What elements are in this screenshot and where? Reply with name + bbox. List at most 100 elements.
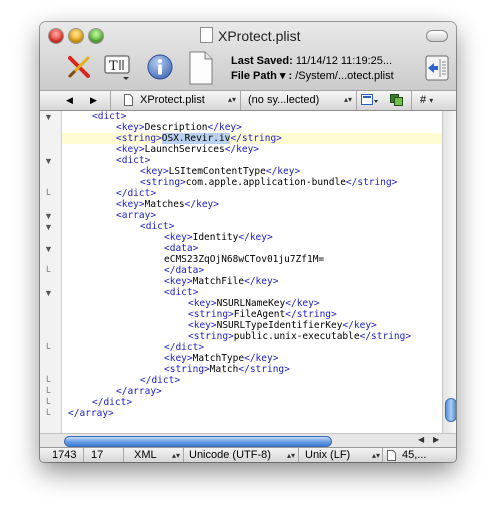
fold-end-marker-icon[interactable]: └ bbox=[44, 189, 50, 199]
code-line[interactable]: </dict> bbox=[92, 397, 132, 408]
code-line[interactable]: <dict> bbox=[92, 111, 126, 122]
code-line[interactable]: <key>Identity</key> bbox=[164, 232, 273, 243]
vertical-scroll-thumb[interactable] bbox=[445, 398, 456, 422]
fold-end-marker-icon[interactable]: └ bbox=[44, 266, 50, 276]
code-line[interactable]: </dict> bbox=[116, 188, 156, 199]
disclosure-triangle-icon[interactable]: ▼ bbox=[44, 244, 53, 254]
line-number-popup[interactable]: # ▾ bbox=[420, 94, 433, 106]
disclosure-triangle-icon[interactable]: ▼ bbox=[44, 211, 53, 221]
code-line[interactable]: <key>NSURLNameKey</key> bbox=[188, 298, 320, 309]
horizontal-scroll-thumb[interactable] bbox=[64, 436, 332, 447]
code-line[interactable]: <key>MatchFile</key> bbox=[164, 276, 278, 287]
code-line[interactable]: <key>Matches</key> bbox=[116, 199, 219, 210]
disclosure-triangle-icon[interactable]: ▼ bbox=[44, 112, 53, 122]
line-number-popup-label: # bbox=[420, 94, 427, 106]
file-path-row[interactable]: File Path ▾ : /System/...otect.plist bbox=[231, 69, 394, 82]
code-line[interactable]: <string>com.apple.application-bundle</st… bbox=[140, 177, 397, 188]
toolbar-toggle-button[interactable] bbox=[426, 30, 448, 42]
last-saved-label: Last Saved: bbox=[231, 55, 293, 67]
sidebar-toggle-icon[interactable] bbox=[425, 55, 449, 86]
scroll-left-icon[interactable]: ◀ bbox=[418, 435, 424, 444]
svg-text:T: T bbox=[109, 59, 118, 74]
fold-gutter: ▼ ▼ └ ▼ ▼ ▼ └ ▼ └ └ └ └ └ bbox=[40, 111, 62, 433]
status-separator bbox=[298, 448, 299, 462]
back-button[interactable]: ◀ bbox=[66, 95, 73, 106]
close-window-button[interactable] bbox=[49, 29, 63, 43]
fold-end-marker-icon[interactable]: └ bbox=[44, 398, 50, 408]
code-text[interactable]: <dict> <key>Description</key> <string>OSX.… bbox=[62, 111, 442, 433]
code-line[interactable]: </array> bbox=[116, 386, 162, 397]
line-endings-popup-arrows-icon[interactable]: ▴▾ bbox=[372, 451, 380, 460]
symbol-popup-arrows-icon[interactable]: ▴▾ bbox=[344, 95, 352, 104]
code-editor[interactable]: ▼ ▼ └ ▼ ▼ ▼ └ ▼ └ └ └ └ └ <dict> <key>Description</ke… bbox=[40, 111, 456, 433]
code-line[interactable]: </dict> bbox=[164, 342, 204, 353]
fold-end-marker-icon[interactable]: └ bbox=[44, 376, 50, 386]
code-line[interactable]: <dict> bbox=[164, 287, 198, 298]
status-separator bbox=[183, 448, 184, 462]
file-doc-icon bbox=[124, 94, 133, 109]
code-line[interactable]: <dict> bbox=[140, 221, 174, 232]
disclosure-triangle-icon[interactable]: ▼ bbox=[44, 222, 53, 232]
symbol-popup-label: (no sy...lected) bbox=[248, 94, 320, 106]
code-line[interactable]: <dict> bbox=[116, 155, 150, 166]
status-bar: 1743 17 XML ▴▾ Unicode (UTF-8) ▴▾ Unix (… bbox=[40, 447, 456, 462]
status-separator bbox=[123, 448, 124, 462]
code-line[interactable]: </dict> bbox=[140, 375, 180, 386]
minimize-window-button[interactable] bbox=[69, 29, 83, 43]
fold-end-marker-icon[interactable]: └ bbox=[44, 343, 50, 353]
code-line[interactable]: <key>Description</key> bbox=[116, 122, 242, 133]
code-line[interactable]: <string>public.unix-executable</string> bbox=[188, 331, 411, 342]
code-line[interactable]: </array> bbox=[68, 408, 114, 419]
file-popup[interactable]: XProtect.plist bbox=[140, 94, 205, 106]
code-line[interactable]: <string>OSX.Revir.iv</string> bbox=[116, 133, 282, 144]
fold-end-marker-icon[interactable]: └ bbox=[44, 409, 50, 419]
vertical-scrollbar[interactable] bbox=[442, 111, 456, 433]
nav-separator bbox=[411, 91, 412, 110]
encoding-popup[interactable]: Unicode (UTF-8) bbox=[189, 449, 271, 461]
file-path-label[interactable]: File Path ▾ : bbox=[231, 70, 292, 82]
status-separator bbox=[83, 448, 84, 462]
file-size: 45,... bbox=[402, 449, 427, 461]
code-line[interactable]: <key>NSURLTypeIdentifierKey</key> bbox=[188, 320, 377, 331]
symbol-popup[interactable]: (no sy...lected) bbox=[248, 94, 319, 106]
code-line[interactable]: <data> bbox=[164, 243, 198, 254]
document-icon[interactable] bbox=[188, 51, 214, 90]
code-line[interactable]: eCMS23ZqOjN68wCTov01ju7Zf1M= bbox=[164, 254, 324, 265]
code-line[interactable]: <string>FileAgent</string> bbox=[188, 309, 337, 320]
horizontal-scrollbar[interactable]: ◀ ▶ bbox=[40, 433, 456, 448]
info-icon[interactable] bbox=[147, 54, 173, 85]
last-saved-value: 11/14/12 11:19:25... bbox=[295, 55, 393, 67]
code-line[interactable]: <key>LSItemContentType</key> bbox=[140, 166, 300, 177]
fold-end-marker-icon[interactable]: └ bbox=[44, 387, 50, 397]
window-title-text: XProtect.plist bbox=[218, 28, 301, 44]
line-count: 1743 bbox=[52, 449, 77, 461]
code-line[interactable]: <key>MatchType</key> bbox=[164, 353, 278, 364]
nav-separator bbox=[110, 91, 111, 110]
syntax-popup[interactable]: XML bbox=[134, 449, 157, 461]
nav-separator bbox=[356, 91, 357, 110]
disclosure-triangle-icon[interactable]: ▼ bbox=[44, 156, 53, 166]
file-popup-arrows-icon[interactable]: ▴▾ bbox=[228, 95, 236, 104]
zoom-window-button[interactable] bbox=[89, 29, 103, 43]
text-format-icon[interactable]: T bbox=[103, 52, 133, 87]
document-proxy-icon[interactable] bbox=[200, 27, 213, 43]
bookmarks-icon[interactable] bbox=[361, 94, 379, 109]
magic-wand-icon[interactable] bbox=[65, 53, 93, 86]
forward-button[interactable]: ▶ bbox=[90, 95, 97, 106]
column-count: 17 bbox=[91, 449, 104, 461]
encoding-popup-arrows-icon[interactable]: ▴▾ bbox=[287, 451, 295, 460]
syntax-popup-arrows-icon[interactable]: ▴▾ bbox=[172, 451, 180, 460]
file-size-icon bbox=[387, 450, 396, 462]
code-line[interactable]: <string>Match</string> bbox=[164, 364, 290, 375]
line-endings-popup[interactable]: Unix (LF) bbox=[305, 449, 350, 461]
code-line[interactable]: </data> bbox=[164, 265, 204, 276]
counterparts-icon[interactable] bbox=[390, 94, 404, 109]
code-line[interactable]: <key>LaunchServices</key> bbox=[116, 144, 259, 155]
disclosure-triangle-icon[interactable]: ▼ bbox=[44, 288, 53, 298]
line-endings-popup-label: Unix (LF) bbox=[305, 449, 351, 461]
file-popup-label: XProtect.plist bbox=[140, 94, 205, 106]
last-saved-row: Last Saved: 11/14/12 11:19:25... bbox=[231, 55, 392, 67]
editor-window: XProtect.plist T Last Saved: 11/14/12 11… bbox=[40, 22, 456, 462]
scroll-right-icon[interactable]: ▶ bbox=[433, 435, 439, 444]
code-line[interactable]: <array> bbox=[116, 210, 156, 221]
